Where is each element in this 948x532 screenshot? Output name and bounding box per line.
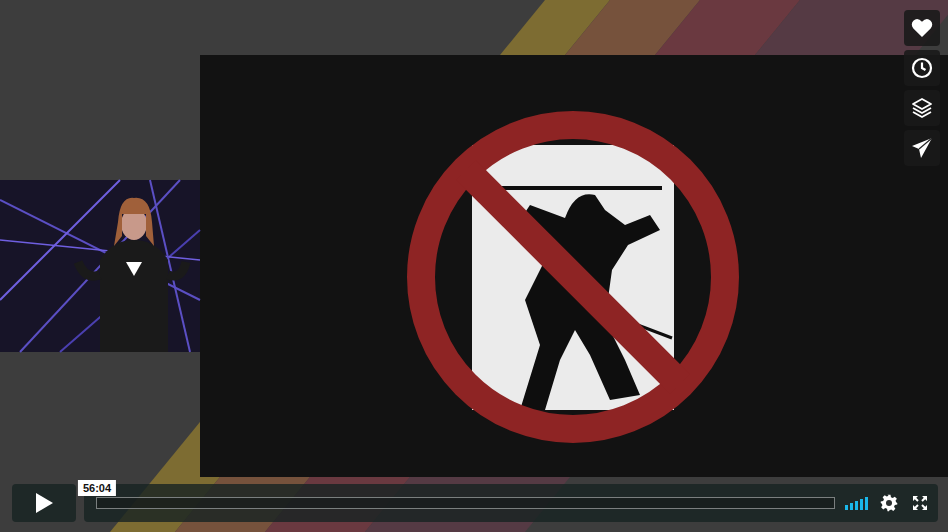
heart-icon	[911, 18, 933, 38]
play-button[interactable]	[12, 484, 76, 522]
volume-bar	[845, 505, 848, 510]
gear-icon	[880, 494, 898, 512]
volume-bar	[855, 501, 858, 510]
collections-button[interactable]	[904, 90, 940, 126]
fullscreen-icon	[912, 495, 928, 511]
layers-icon	[911, 97, 933, 119]
settings-button[interactable]	[878, 494, 900, 512]
play-icon	[34, 492, 54, 514]
progress-bar[interactable]: 56:04	[96, 497, 835, 509]
control-strip: 56:04	[84, 484, 938, 522]
volume-bar	[860, 499, 863, 510]
time-tooltip: 56:04	[78, 480, 116, 496]
speaker-inset	[0, 180, 200, 352]
watch-later-button[interactable]	[904, 50, 940, 86]
video-player[interactable]: 56:04	[0, 0, 948, 532]
volume-bar	[865, 497, 868, 510]
clock-icon	[911, 57, 933, 79]
paper-plane-icon	[911, 137, 933, 159]
like-button[interactable]	[904, 10, 940, 46]
control-bar: 56:04	[12, 484, 938, 522]
volume-control[interactable]	[845, 496, 868, 510]
slide-graphic	[421, 125, 725, 429]
share-button[interactable]	[904, 130, 940, 166]
side-actions	[904, 10, 940, 166]
fullscreen-button[interactable]	[910, 495, 930, 511]
volume-bar	[850, 503, 853, 510]
video-frame	[0, 0, 948, 532]
